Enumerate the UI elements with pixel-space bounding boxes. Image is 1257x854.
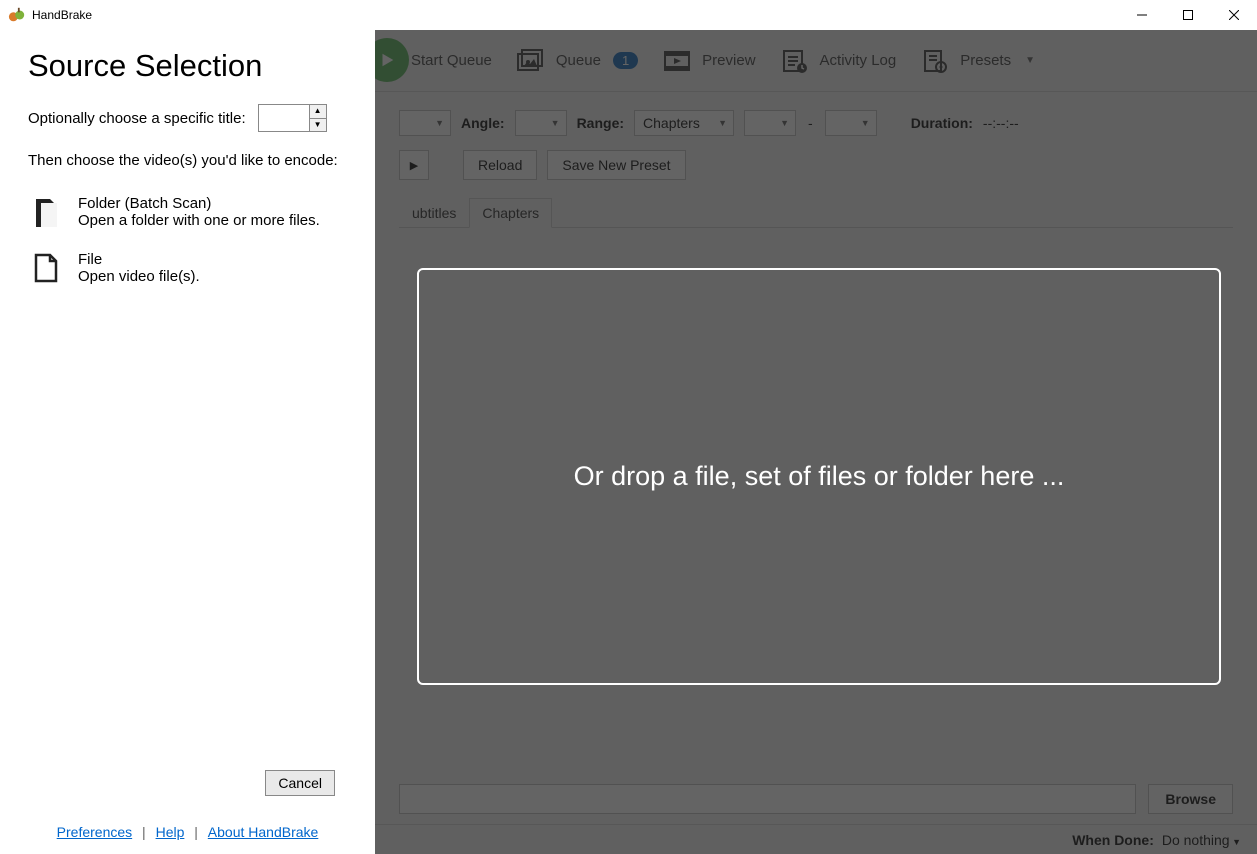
queue-label: Queue — [556, 52, 601, 69]
when-done-label: When Done: — [1072, 832, 1154, 848]
presets-button[interactable]: Presets ▼ — [910, 40, 1045, 82]
folder-icon — [28, 197, 64, 229]
save-as-row: Browse — [375, 774, 1257, 824]
activity-log-button[interactable]: Activity Log — [770, 40, 907, 82]
range-dash: - — [806, 115, 815, 131]
when-done-value[interactable]: Do nothing ▼ — [1162, 832, 1241, 848]
maximize-button[interactable] — [1165, 0, 1211, 30]
title-number-input[interactable] — [259, 105, 309, 131]
preview-button[interactable]: Preview — [652, 40, 765, 82]
tab-subtitles[interactable]: ubtitles — [399, 198, 469, 228]
presets-icon — [920, 46, 950, 76]
chevron-down-icon: ▼ — [1025, 55, 1035, 66]
preview-icon — [662, 46, 692, 76]
activity-icon — [780, 46, 810, 76]
queue-count-badge: 1 — [613, 52, 638, 69]
spinner-down[interactable]: ▼ — [310, 119, 326, 132]
preset-menu-arrow[interactable]: ▶ — [399, 150, 429, 180]
file-icon — [28, 253, 64, 283]
source-file-option[interactable]: File Open video file(s). — [28, 245, 347, 291]
range-type-select[interactable]: Chapters▼ — [634, 110, 734, 136]
help-link[interactable]: Help — [156, 824, 185, 840]
title-number-label: Optionally choose a specific title: — [28, 110, 246, 127]
tab-bar: ubtitles Chapters — [399, 198, 1233, 228]
title-bar: HandBrake — [0, 0, 1257, 30]
about-link[interactable]: About HandBrake — [208, 824, 319, 840]
main-toolbar: Start Queue Queue 1 Preview — [375, 30, 1257, 92]
window-controls — [1119, 0, 1257, 30]
preview-label: Preview — [702, 52, 755, 69]
spinner-up[interactable]: ▲ — [310, 105, 326, 119]
app-icon — [8, 6, 26, 24]
range-label: Range: — [577, 115, 624, 131]
title-select[interactable]: ▼ — [399, 110, 451, 136]
source-selection-panel: Source Selection Optionally choose a spe… — [0, 30, 375, 854]
start-queue-label: Start Queue — [411, 52, 492, 69]
reload-button[interactable]: Reload — [463, 150, 537, 180]
tab-chapters[interactable]: Chapters — [469, 198, 552, 228]
chevron-down-icon: ▼ — [1230, 837, 1241, 847]
activity-label: Activity Log — [820, 52, 897, 69]
queue-icon — [516, 46, 546, 76]
duration-label: Duration: — [911, 115, 973, 131]
range-start-select[interactable]: ▼ — [744, 110, 796, 136]
save-new-preset-button[interactable]: Save New Preset — [547, 150, 685, 180]
close-button[interactable] — [1211, 0, 1257, 30]
folder-title: Folder (Batch Scan) — [78, 195, 320, 212]
choose-hint: Then choose the video(s) you'd like to e… — [28, 150, 347, 171]
angle-label: Angle: — [461, 115, 505, 131]
cancel-button[interactable]: Cancel — [265, 770, 335, 796]
range-end-select[interactable]: ▼ — [825, 110, 877, 136]
file-title: File — [78, 251, 200, 268]
file-desc: Open video file(s). — [78, 268, 200, 285]
duration-value: --:--:-- — [983, 115, 1019, 131]
minimize-button[interactable] — [1119, 0, 1165, 30]
title-number-spinner[interactable]: ▲ ▼ — [258, 104, 327, 132]
save-as-input[interactable] — [399, 784, 1136, 814]
preferences-link[interactable]: Preferences — [57, 824, 132, 840]
queue-button[interactable]: Queue 1 — [506, 40, 648, 82]
main-area: Start Queue Queue 1 Preview — [375, 30, 1257, 854]
browse-button[interactable]: Browse — [1148, 784, 1233, 814]
status-bar: When Done: Do nothing ▼ — [375, 824, 1257, 854]
panel-heading: Source Selection — [28, 48, 347, 84]
angle-select[interactable]: ▼ — [515, 110, 567, 136]
source-folder-option[interactable]: Folder (Batch Scan) Open a folder with o… — [28, 189, 347, 235]
window-title: HandBrake — [32, 8, 92, 22]
folder-desc: Open a folder with one or more files. — [78, 212, 320, 229]
start-queue-button[interactable]: Start Queue — [401, 46, 502, 75]
range-type-value: Chapters — [643, 115, 700, 131]
presets-label: Presets — [960, 52, 1011, 69]
footer-links: Preferences | Help | About HandBrake — [28, 824, 347, 844]
